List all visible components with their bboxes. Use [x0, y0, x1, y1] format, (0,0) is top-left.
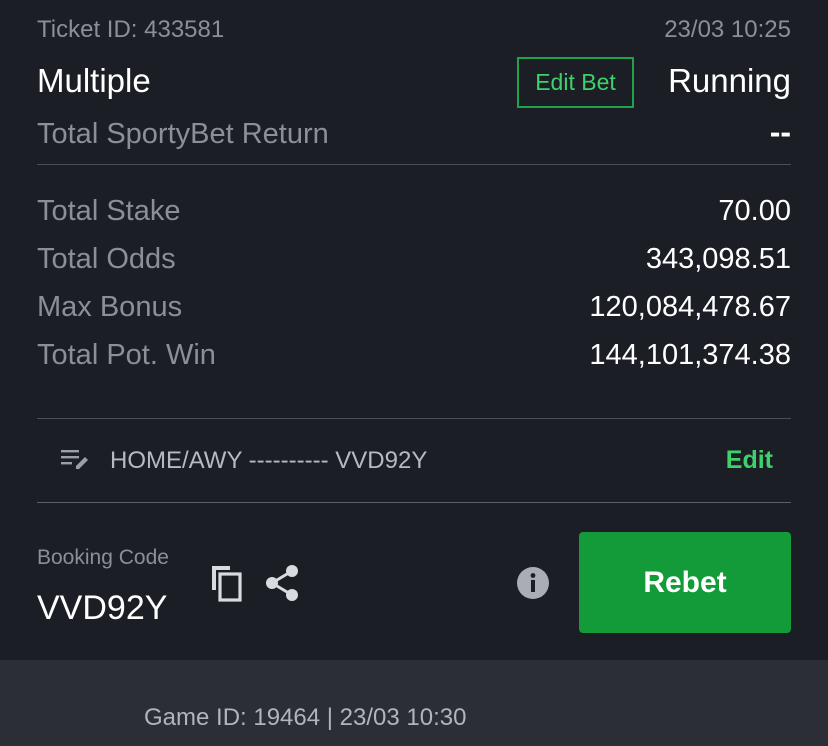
divider	[37, 502, 791, 503]
summary-label-odds: Total Odds	[37, 243, 176, 275]
game-info-bar: Game ID: 19464 | 23/03 10:30	[0, 660, 828, 746]
ticket-id: Ticket ID: 433581	[37, 16, 225, 43]
info-icon[interactable]	[516, 566, 550, 600]
return-label: Total SportyBet Return	[37, 118, 329, 150]
booking-code-value: VVD92Y	[37, 589, 168, 627]
summary-value-bonus: 120,084,478.67	[589, 291, 791, 323]
summary-label-pot-win: Total Pot. Win	[37, 339, 216, 371]
summary-label-stake: Total Stake	[37, 195, 181, 227]
ticket-datetime: 23/03 10:25	[664, 16, 791, 43]
divider	[37, 418, 791, 419]
summary-value-stake: 70.00	[718, 195, 791, 227]
edit-note-link[interactable]: Edit	[726, 446, 773, 475]
copy-icon[interactable]	[208, 562, 244, 602]
bet-type: Multiple	[37, 62, 151, 99]
edit-bet-button[interactable]: Edit Bet	[517, 57, 634, 108]
summary-label-bonus: Max Bonus	[37, 291, 183, 323]
edit-note-icon	[60, 447, 90, 473]
game-info: Game ID: 19464 | 23/03 10:30	[144, 704, 467, 731]
bet-status: Running	[668, 62, 791, 99]
return-value: --	[769, 114, 791, 150]
ticket-card: Ticket ID: 433581 23/03 10:25 Multiple E…	[0, 0, 828, 660]
rebet-button[interactable]: Rebet	[579, 532, 791, 633]
booking-note-text: HOME/AWY ---------- VVD92Y	[110, 447, 428, 474]
booking-code-label: Booking Code	[37, 546, 169, 569]
summary-value-odds: 343,098.51	[645, 243, 791, 275]
share-icon[interactable]	[264, 564, 300, 602]
summary-value-pot-win: 144,101,374.38	[589, 339, 791, 371]
divider	[37, 164, 791, 165]
